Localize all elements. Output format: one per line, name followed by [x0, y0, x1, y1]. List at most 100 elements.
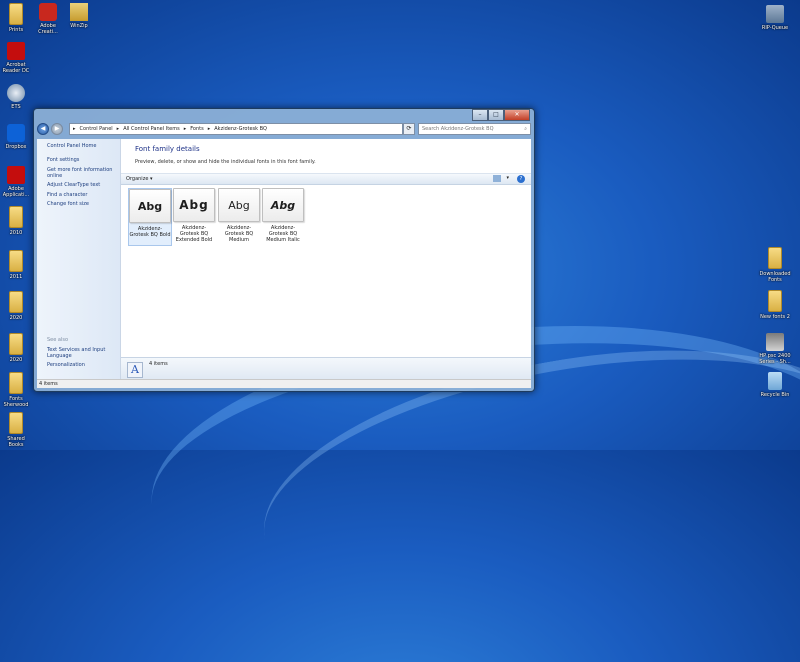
folder-icon [9, 206, 23, 228]
folder-icon [9, 250, 23, 272]
desktop-icon-2020[interactable]: 2020 [0, 291, 33, 321]
explorer-window: – □ ✕ ◀ ▶ ▸ Control Panel ▸ All Control Pan… [33, 108, 535, 392]
bin-icon [768, 372, 782, 390]
breadcrumb-item[interactable]: All Control Panel Items [123, 126, 180, 132]
desktop-icon-label: 2011 [9, 274, 23, 280]
folder-icon [9, 412, 23, 434]
organize-button[interactable]: Organize ▾ [126, 176, 153, 182]
forward-button[interactable]: ▶ [51, 123, 63, 135]
sidebar: See also Control Panel Home Font settings… [37, 139, 121, 380]
font-name: Akzidenz-Grotesk BQ Bold [129, 226, 171, 238]
see-also-link[interactable]: Text Services and Input Language [47, 347, 119, 359]
desktop-icon-adobe-applicati[interactable]: Adobe Applicati... [0, 166, 33, 198]
desktop-icon-label: Acrobat Reader DC [2, 62, 30, 74]
address-bar[interactable]: ▸ Control Panel ▸ All Control Panel Items ▸ F… [69, 123, 403, 135]
desktop-icon-label: Adobe Applicati... [2, 186, 30, 198]
details-pane: A 4 items [121, 357, 531, 380]
desktop-icon-label: Fonts Sherwood [3, 396, 29, 408]
desktop-icon-winzip[interactable]: WinZip [62, 3, 96, 29]
font-preview: Abg [218, 188, 260, 222]
cc-icon [39, 3, 57, 21]
desktop-icon-label: 2020 [9, 357, 23, 363]
desktop-icon-label: Recycle Bin [760, 392, 790, 398]
sidebar-link[interactable]: Control Panel Home [47, 143, 119, 149]
desktop-icon-adobe-creati[interactable]: Adobe Creati... [31, 3, 65, 35]
desktop-icon-acrobat-reader-dc[interactable]: Acrobat Reader DC [0, 42, 33, 74]
desktop-icon-hp-psc-2400-series-sh[interactable]: HP psc 2400 Series - Sh... [758, 333, 792, 365]
navigation-bar: ◀ ▶ ▸ Control Panel ▸ All Control Panel Ite… [37, 122, 531, 136]
desktop-icon-label: Downloaded Fonts [759, 271, 791, 283]
window-client: See also Control Panel Home Font settings… [37, 139, 531, 388]
font-tile[interactable]: Abg Akzidenz-Grotesk BQ Extended Bold [173, 188, 215, 244]
desktop-icon-new-fonts-2[interactable]: New fonts 2 [758, 290, 792, 320]
folder-icon [9, 333, 23, 355]
breadcrumb-separator-icon[interactable]: ▸ [184, 126, 187, 132]
font-name: Akzidenz-Grotesk BQ Extended Bold [175, 225, 213, 243]
item-count: 4 items [149, 361, 168, 367]
rip-icon [766, 5, 784, 23]
ets-icon [7, 84, 25, 102]
page-description: Preview, delete, or show and hide the in… [135, 159, 316, 165]
desktop-icon-recycle-bin[interactable]: Recycle Bin [758, 372, 792, 398]
close-button[interactable]: ✕ [504, 109, 530, 121]
desktop-icon-label: 2020 [9, 315, 23, 321]
search-input[interactable]: Search Akzidenz-Grotesk BQ ⌕ [418, 123, 531, 135]
see-also-link[interactable]: Personalization [47, 362, 119, 368]
font-preview: Abg [262, 188, 304, 222]
refresh-icon[interactable]: ⟳ [403, 123, 415, 135]
breadcrumb-item[interactable]: Fonts [190, 126, 204, 132]
desktop-icon-label: Dropbox [5, 144, 27, 150]
minimize-button[interactable]: – [472, 109, 488, 121]
desktop-icon-label: HP psc 2400 Series - Sh... [759, 353, 791, 365]
view-dropdown-icon[interactable]: ▾ [506, 175, 509, 181]
printer-icon [766, 333, 784, 351]
pdf-icon [7, 42, 25, 60]
desktop-icon-2010[interactable]: 2010 [0, 206, 33, 236]
desktop-icon-2011[interactable]: 2011 [0, 250, 33, 280]
desktop-icon-rip-queue[interactable]: RIP-Queue [758, 5, 792, 31]
desktop-icon-2020[interactable]: 2020 [0, 333, 33, 363]
desktop-icon-label: RIP-Queue [761, 25, 789, 31]
desktop-icon-ets[interactable]: ETS [0, 84, 33, 110]
pdf-icon [7, 166, 25, 184]
view-icon[interactable] [493, 175, 501, 182]
desktop-icon-label: WinZip [70, 23, 88, 29]
breadcrumb-separator-icon[interactable]: ▸ [117, 126, 120, 132]
back-button[interactable]: ◀ [37, 123, 49, 135]
folder-icon [768, 290, 782, 312]
sidebar-link[interactable]: Change font size [47, 201, 119, 207]
breadcrumb-item[interactable]: Akzidenz-Grotesk BQ [214, 126, 267, 132]
font-tile[interactable]: Abg Akzidenz-Grotesk BQ Bold [128, 188, 172, 246]
desktop-icon-shared-books[interactable]: Shared Books [0, 412, 33, 448]
title-buttons: – □ ✕ [472, 109, 530, 121]
desktop-icon-fonts-sherwood[interactable]: Fonts Sherwood [0, 372, 33, 408]
desktop-icon-label: New fonts 2 [760, 314, 790, 320]
font-name: Akzidenz-Grotesk BQ Medium Italic [266, 225, 300, 243]
search-placeholder: Search Akzidenz-Grotesk BQ [422, 126, 494, 132]
sidebar-link[interactable]: Adjust ClearType text [47, 182, 119, 188]
sidebar-link[interactable]: Find a character [47, 192, 119, 198]
folder-icon [768, 247, 782, 269]
folder-icon [9, 372, 23, 394]
desktop-icon-downloaded-fonts[interactable]: Downloaded Fonts [758, 247, 792, 283]
breadcrumb-item[interactable]: Control Panel [80, 126, 113, 132]
font-tile[interactable]: Abg Akzidenz-Grotesk BQ Medium [218, 188, 260, 244]
font-icon: A [127, 362, 143, 378]
drop-icon [7, 124, 25, 142]
font-preview: Abg [173, 188, 215, 222]
breadcrumb-separator-icon[interactable]: ▸ [73, 126, 76, 132]
maximize-button[interactable]: □ [488, 109, 504, 121]
see-also-label: See also [47, 337, 69, 343]
folder-icon [9, 3, 23, 25]
sidebar-link[interactable]: Font settings [47, 157, 119, 163]
desktop-icon-label: Adobe Creati... [38, 23, 58, 35]
sidebar-link[interactable]: Get more font information online [47, 167, 119, 179]
command-bar: Organize ▾ ▾ ? [121, 173, 531, 185]
font-tile[interactable]: Abg Akzidenz-Grotesk BQ Medium Italic [262, 188, 304, 244]
desktop-icon-prints[interactable]: Prints [0, 3, 33, 33]
breadcrumb-separator-icon[interactable]: ▸ [208, 126, 211, 132]
desktop-icon-dropbox[interactable]: Dropbox [0, 124, 33, 150]
font-name: Akzidenz-Grotesk BQ Medium [224, 225, 254, 243]
main-pane: Font family details Preview, delete, or … [121, 139, 531, 380]
help-icon[interactable]: ? [517, 175, 525, 183]
